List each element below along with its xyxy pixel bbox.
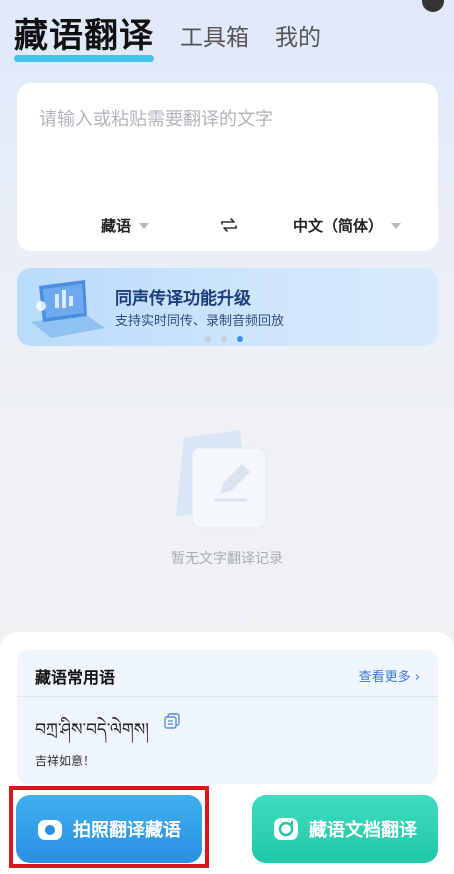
language-selector-row: 藏语 中文（简体） (17, 213, 438, 243)
document-translate-icon (274, 818, 298, 840)
caret-down-icon (391, 222, 402, 229)
carousel-dot[interactable] (221, 336, 227, 342)
banner-title: 同声传译功能升级 (115, 289, 251, 309)
promo-banner[interactable]: 同声传译功能升级 支持实时同传、录制音频回放 (17, 268, 438, 346)
see-more-link[interactable]: 查看更多 › (359, 666, 420, 685)
carousel-dots (205, 336, 243, 342)
phrase-translation: 吉祥如意！ (35, 754, 96, 768)
common-phrases-card[interactable]: 藏语常用语 查看更多 › བཀྲ་ཤིས་བདེ་ལེགས། 吉祥如意！ (17, 650, 438, 784)
document-translate-button[interactable]: 藏语文档翻译 (252, 795, 438, 863)
banner-subtitle: 支持实时同传、录制音频回放 (115, 314, 285, 329)
input-placeholder[interactable]: 请输入或粘贴需要翻译的文字 (39, 105, 273, 131)
tab-mine[interactable]: 我的 (275, 18, 321, 58)
swap-languages-icon[interactable] (217, 213, 241, 237)
tab-tibetan-translate[interactable]: 藏语翻译 (14, 14, 154, 62)
laptop-illustration-icon (31, 280, 105, 338)
photo-translate-label: 拍照翻译藏语 (73, 820, 181, 841)
camera-icon (38, 820, 62, 840)
phrases-title: 藏语常用语 (35, 668, 116, 687)
carousel-dot[interactable] (205, 336, 211, 342)
target-language-select[interactable]: 中文（简体） (293, 215, 402, 236)
target-language-label: 中文（简体） (293, 217, 384, 235)
empty-state-text: 暂无文字翻译记录 (171, 551, 283, 567)
status-indicator (422, 0, 444, 12)
divider (17, 696, 438, 697)
source-language-select[interactable]: 藏语 (101, 215, 150, 236)
caret-down-icon (139, 222, 150, 229)
tab-underline (14, 55, 154, 62)
carousel-dot-active[interactable] (237, 336, 243, 342)
source-language-label: 藏语 (101, 217, 132, 235)
top-tabs: 藏语翻译 工具箱 我的 (14, 14, 321, 62)
photo-translate-button[interactable]: 拍照翻译藏语 (16, 795, 202, 863)
translate-input-card[interactable]: 请输入或粘贴需要翻译的文字 藏语 中文（简体） (17, 83, 438, 251)
tab-toolbox[interactable]: 工具箱 (180, 18, 249, 58)
tab-label: 藏语翻译 (14, 16, 154, 56)
empty-records-icon (176, 430, 267, 529)
document-translate-label: 藏语文档翻译 (309, 820, 417, 841)
copy-icon[interactable] (163, 712, 181, 730)
phrase-tibetan: བཀྲ་ཤིས་བདེ་ལེགས། (35, 720, 150, 740)
